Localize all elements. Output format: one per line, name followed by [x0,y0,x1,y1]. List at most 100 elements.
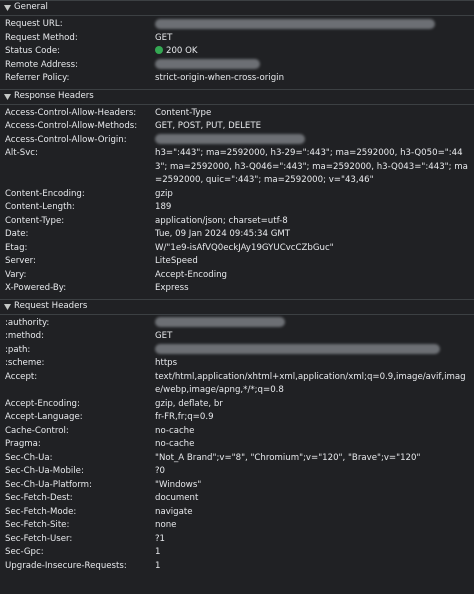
header-value: application/json; charset=utf-8 [155,215,288,226]
header-value: gzip [155,188,173,199]
header-name: Content-Type: [5,215,65,226]
header-value: https [155,358,178,368]
header-value: text/html,application/xhtml+xml,applicat… [155,371,466,396]
header-name: Accept-Encoding: [5,398,80,409]
request-headers-title: Request Headers [14,300,88,311]
header-value: 1 [155,547,161,557]
header-name: Server: [5,256,36,266]
response-headers-title: Response Headers [14,90,94,101]
header-value: none [155,520,177,530]
header-row: Upgrade-Insecure-Requests: 1 [0,560,474,574]
header-value [155,344,474,358]
header-name: Sec-Fetch-Site: [5,520,70,530]
header-name: Alt-Svc: [5,148,38,158]
header-value [155,59,474,73]
expand-triangle-icon [3,302,11,312]
header-row: Pragma: no-cache [0,438,474,452]
header-row: Alt-Svc: h3=":443"; ma=2592000, h3-29=":… [0,147,474,188]
header-row: Accept-Encoding: gzip, deflate, br [0,398,474,412]
header-value: GET [155,32,173,43]
header-value: Tue, 09 Jan 2024 09:45:34 GMT [155,229,291,239]
expand-triangle-icon [3,3,11,13]
header-row: Content-Type: application/json; charset=… [0,215,474,229]
header-name: Content-Encoding: [5,188,85,199]
header-value: Content-Type [155,107,212,118]
header-name: Cache-Control: [5,425,69,436]
header-row: Access-Control-Allow-Headers: Content-Ty… [0,107,474,121]
header-value: gzip, deflate, br [155,398,223,409]
response-headers-section-header[interactable]: Response Headers [0,88,474,105]
header-row: Sec-Fetch-User: ?1 [0,533,474,547]
header-row: Access-Control-Allow-Methods: GET, POST,… [0,120,474,134]
header-value: "Not_A Brand";v="8", "Chromium";v="120",… [155,452,421,463]
header-name: Referrer Policy: [5,73,70,83]
header-name: Accept: [5,371,38,382]
header-name: :scheme: [5,358,45,368]
header-row: :scheme: https [0,357,474,371]
header-name: Sec-Fetch-User: [5,533,73,544]
header-value: 1 [155,560,161,571]
header-row: Vary: Accept-Encoding [0,269,474,283]
header-name: Sec-Fetch-Mode: [5,506,77,517]
header-name: Access-Control-Allow-Headers: [5,107,137,118]
header-value: "Windows" [155,479,202,490]
header-name: Pragma: [5,439,41,449]
header-value: 200 OK [155,45,474,59]
status-text: 200 OK [166,46,198,56]
redacted-value [155,134,305,144]
header-name: Sec-Ch-Ua-Mobile: [5,466,84,476]
header-name: :method: [5,331,44,341]
header-row-referrer-policy: Referrer Policy: strict-origin-when-cros… [0,72,474,86]
header-row: Accept-Language: fr-FR,fr;q=0.9 [0,411,474,425]
header-row: Sec-Ch-Ua: "Not_A Brand";v="8", "Chromiu… [0,452,474,466]
header-row: Sec-Fetch-Mode: navigate [0,506,474,520]
header-value: ?1 [155,533,166,544]
header-name: X-Powered-By: [5,283,67,293]
header-name: Sec-Fetch-Dest: [5,493,73,503]
redacted-value [155,18,435,29]
header-value: no-cache [155,439,195,449]
header-row: Date: Tue, 09 Jan 2024 09:45:34 GMT [0,228,474,242]
header-value: document [155,493,199,503]
header-row: :authority: [0,317,474,331]
header-name: Date: [5,229,29,239]
header-row-remote-address: Remote Address: [0,59,474,73]
header-name: Request Method: [5,32,78,43]
header-row: Content-Length: 189 [0,201,474,215]
header-name: Upgrade-Insecure-Requests: [5,560,127,571]
header-value: GET [155,331,173,341]
header-row: Access-Control-Allow-Origin: [0,134,474,148]
header-value: Accept-Encoding [155,269,227,280]
header-value: LiteSpeed [155,256,198,266]
response-header-rows: Access-Control-Allow-Headers: Content-Ty… [0,105,474,299]
header-name: Vary: [5,269,27,280]
header-row: Accept: text/html,application/xhtml+xml,… [0,371,474,398]
header-row: X-Powered-By: Express [0,282,474,296]
header-value: 189 [155,202,172,212]
header-row: Sec-Fetch-Dest: document [0,492,474,506]
header-name: Sec-Ch-Ua-Platform: [5,479,92,490]
header-name: Remote Address: [5,59,79,70]
header-value [155,317,474,331]
header-value: fr-FR,fr;q=0.9 [155,412,214,422]
general-section-header[interactable]: General [0,0,474,16]
header-row: Sec-Fetch-Site: none [0,519,474,533]
header-name: Sec-Ch-Ua: [5,452,53,463]
header-value: W/"1e9-isAfVQ0eckJAy19GYUCvcCZbGuc" [155,242,334,253]
redacted-value [155,317,285,327]
status-ok-icon [155,46,163,54]
header-name: :authority: [5,317,50,328]
header-value [155,134,474,148]
header-name: Status Code: [5,46,61,56]
header-row-status-code: Status Code: 200 OK [0,45,474,59]
redacted-value [155,59,260,69]
header-name: Access-Control-Allow-Methods: [5,121,138,131]
header-row: Server: LiteSpeed [0,255,474,269]
header-row: Etag: W/"1e9-isAfVQ0eckJAy19GYUCvcCZbGuc… [0,242,474,256]
header-row: Sec-Gpc: 1 [0,546,474,560]
general-rows: Request URL: Request Method: GET Status … [0,16,474,89]
header-row-request-url: Request URL: [0,18,474,32]
request-header-rows: :authority: :method: GET :path: :scheme:… [0,315,474,577]
header-row: :method: GET [0,330,474,344]
request-headers-section-header[interactable]: Request Headers [0,298,474,315]
